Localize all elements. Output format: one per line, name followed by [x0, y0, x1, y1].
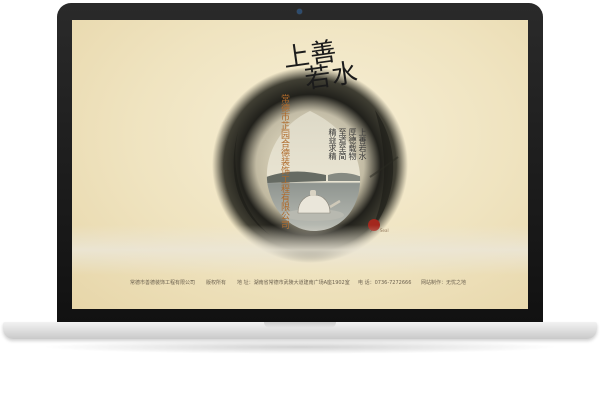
calligraphy-title: 上善 若水 — [282, 37, 361, 95]
laptop-screen: 上善 若水 常德市芷园合德装饰工程有限公司 上善若水 厚德载物 至道至简 精益求… — [72, 20, 528, 309]
motto-line: 精益求精 — [328, 128, 337, 160]
footer-credit-link[interactable]: 网站制作：无忧之地 — [421, 279, 466, 286]
company-name-vertical: 常德市芷园合德装饰工程有限公司 — [279, 94, 289, 229]
site-footer: 常德市善德装饰工程有限公司 版权所有 地 址：湖南省常德市武陵大道建南广场A座1… — [72, 279, 528, 293]
motto-block: 上善若水 厚德载物 至道至简 精益求精 — [327, 128, 367, 160]
footer-address: 地 址：湖南省常德市武陵大道建南广场A座1902室 — [237, 280, 350, 286]
footer-rights: 版权所有 — [206, 280, 227, 286]
motto-line: 上善若水 — [358, 128, 367, 160]
laptop-shadow — [40, 340, 560, 354]
motto-line: 至道至简 — [338, 128, 347, 160]
laptop-base — [3, 322, 597, 339]
mist-band — [72, 225, 528, 275]
laptop-lid: 上善 若水 常德市芷园合德装饰工程有限公司 上善若水 厚德载物 至道至简 精益求… — [57, 3, 543, 323]
laptop-notch — [264, 322, 336, 328]
footer-company: 常德市善德装饰工程有限公司 — [130, 280, 196, 286]
motto-line: 厚德载物 — [348, 128, 357, 160]
footer-phone: 电 话：0736-7272666 — [358, 280, 412, 286]
camera-icon — [297, 9, 302, 14]
